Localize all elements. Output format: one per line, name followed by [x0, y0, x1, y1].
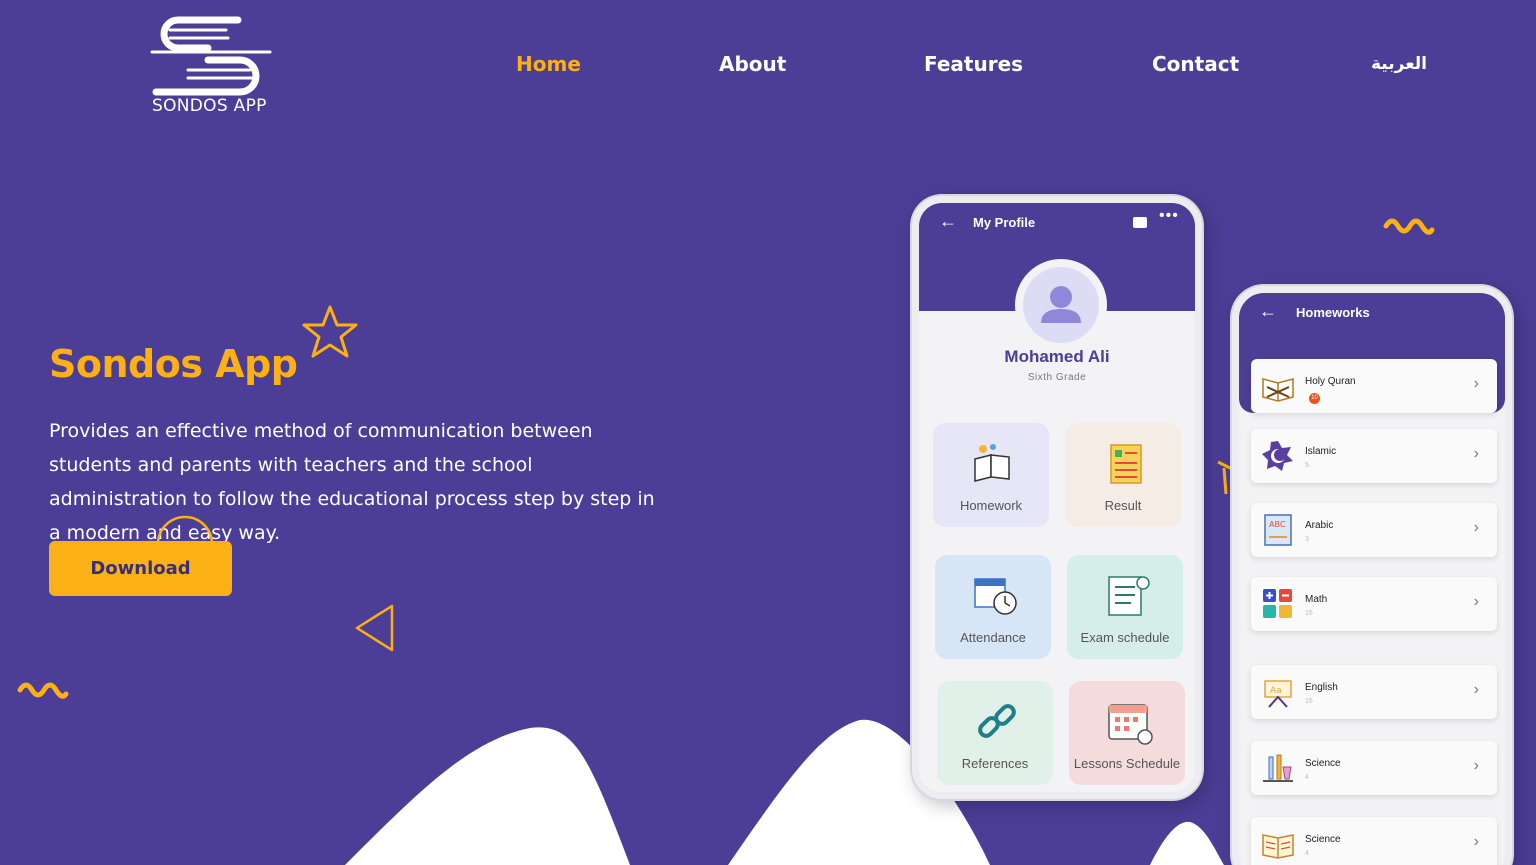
chevron-right-icon: › [1473, 757, 1479, 774]
item-count: 15 [1305, 610, 1313, 617]
homework-item-islamic[interactable]: Islamic 5 › [1251, 429, 1497, 483]
chevron-right-icon: › [1473, 681, 1479, 698]
chevron-right-icon: › [1473, 375, 1479, 392]
math-icon [1263, 589, 1292, 618]
tile-homework[interactable]: Homework [933, 423, 1049, 527]
item-count: 4 [1305, 850, 1309, 857]
calendar-clock-icon [974, 578, 1017, 615]
tile-lessons-schedule[interactable]: Lessons Schedule [1069, 681, 1185, 785]
nav-home[interactable]: Home [516, 52, 581, 76]
profile-screen-title: My Profile [973, 215, 1036, 230]
tile-label: Exam schedule [1080, 630, 1170, 645]
homework-item-arabic[interactable]: ABC Arabic 3 › [1251, 503, 1497, 557]
item-count: 3 [1305, 536, 1309, 543]
back-arrow-icon[interactable]: ← [1259, 301, 1277, 322]
tile-references[interactable]: References [937, 681, 1053, 785]
semicircle-decoration [156, 515, 214, 544]
subject-name: Math [1305, 594, 1328, 605]
tile-label: Result [1104, 498, 1142, 513]
item-count: 5 [1305, 462, 1309, 469]
homeworks-phone-mockup: ← Homeworks Holy Quran 10 › Islamic 5 › … [1232, 286, 1512, 865]
tile-label: Attendance [960, 630, 1026, 645]
chevron-right-icon: › [1473, 445, 1479, 462]
squiggle-decoration [1383, 218, 1435, 235]
chat-icon[interactable] [1133, 217, 1147, 228]
tile-label: Homework [959, 498, 1023, 513]
avatar [1023, 267, 1099, 343]
subject-name: Science [1305, 758, 1341, 769]
calendar-icon [1108, 704, 1153, 745]
homework-item-science[interactable]: Science 4 › [1251, 817, 1497, 865]
nav-contact[interactable]: Contact [1152, 52, 1239, 76]
tile-exam-schedule[interactable]: Exam schedule [1067, 555, 1183, 659]
tile-attendance[interactable]: Attendance [935, 555, 1051, 659]
crescent-icon [1262, 441, 1293, 471]
tile-result[interactable]: Result [1065, 423, 1181, 527]
student-grade: Sixth Grade [1027, 372, 1087, 383]
profile-phone-mockup: ← My Profile ••• Mohamed Ali Sixth Grade… [912, 196, 1202, 799]
books-icon [974, 444, 1010, 482]
open-book-icon [1262, 834, 1294, 859]
item-count: 15 [1305, 698, 1313, 705]
checklist-icon [1108, 576, 1150, 616]
hero-description: Provides an effective method of communic… [49, 420, 655, 544]
hero-title: Sondos App [49, 342, 298, 386]
squiggle-decoration [17, 682, 69, 699]
svg-text:Aa: Aa [1270, 686, 1282, 696]
homework-item-math[interactable]: Math 15 › [1251, 577, 1497, 631]
svg-text:ABC: ABC [1269, 520, 1286, 529]
abc-book-icon: ABC [1264, 514, 1292, 546]
nav-about[interactable]: About [719, 52, 786, 76]
homework-item-holy-quran[interactable]: Holy Quran 10 › [1251, 359, 1497, 413]
tile-label: Lessons Schedule [1073, 756, 1181, 771]
triangle-outline-icon [355, 604, 394, 652]
user-icon [1041, 286, 1081, 323]
easel-icon: Aa [1264, 680, 1292, 708]
link-icon [978, 704, 1016, 738]
nav-features[interactable]: Features [924, 52, 1023, 76]
item-count: 4 [1305, 774, 1309, 781]
quran-icon [1262, 378, 1294, 402]
chevron-right-icon: › [1473, 833, 1479, 850]
student-name: Mohamed Ali [1004, 347, 1110, 366]
back-arrow-icon[interactable]: ← [939, 211, 957, 232]
download-button[interactable]: Download [49, 541, 232, 596]
homework-item-science[interactable]: Science 4 › [1251, 741, 1497, 795]
nav-arabic[interactable]: العربية [1371, 54, 1427, 74]
homeworks-screen-title: Homeworks [1296, 305, 1370, 320]
tile-label: References [961, 756, 1029, 771]
subject-name: Arabic [1305, 520, 1334, 531]
report-icon [1110, 444, 1142, 484]
star-outline-icon [302, 305, 358, 358]
logo-text: SONDOS APP [152, 96, 267, 116]
chevron-right-icon: › [1473, 593, 1479, 610]
more-icon[interactable]: ••• [1159, 207, 1179, 225]
subject-name: Holy Quran [1305, 376, 1356, 387]
subject-name: English [1305, 682, 1338, 693]
subject-name: Islamic [1305, 446, 1337, 457]
chevron-right-icon: › [1473, 519, 1479, 536]
homework-item-english[interactable]: Aa English 15 › [1251, 665, 1497, 719]
subject-name: Science [1305, 834, 1341, 845]
lab-icon [1263, 754, 1293, 782]
count-badge: 10 [1309, 393, 1320, 404]
